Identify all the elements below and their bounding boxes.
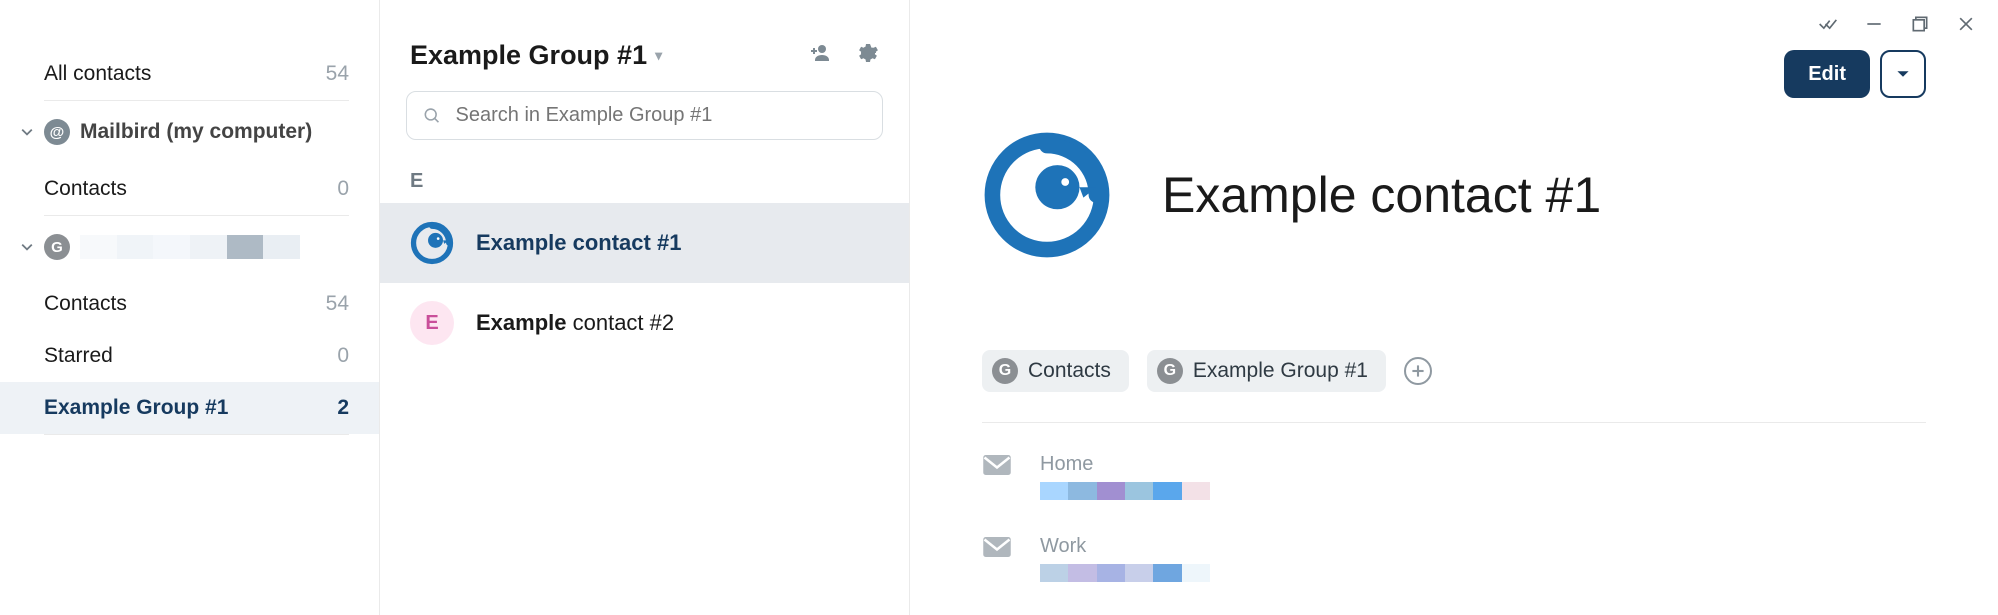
label: Example Group #1 bbox=[44, 396, 228, 420]
email-value-redacted[interactable] bbox=[1040, 564, 1210, 582]
title-text: Example Group #1 bbox=[410, 40, 647, 71]
divider bbox=[982, 422, 1926, 423]
section-letter: E bbox=[380, 156, 909, 203]
mailbird-icon: @ bbox=[44, 119, 70, 145]
contact-name: Example contact #2 bbox=[476, 310, 674, 336]
label: Contacts bbox=[44, 177, 127, 201]
count-badge: 2 bbox=[337, 396, 349, 420]
count-badge: 54 bbox=[326, 292, 349, 316]
email-field-work: Work bbox=[982, 535, 1926, 587]
contact-avatar-large bbox=[982, 130, 1112, 260]
sidebar-group-google[interactable]: G bbox=[0, 216, 379, 278]
field-label: Work bbox=[1040, 535, 1210, 558]
avatar-mailbird-icon bbox=[410, 221, 454, 265]
email-value-redacted[interactable] bbox=[1040, 482, 1210, 500]
email-icon bbox=[982, 535, 1016, 561]
account-name-redacted bbox=[80, 235, 300, 259]
field-label: Home bbox=[1040, 453, 1210, 476]
sidebar-google-starred[interactable]: Starred 0 bbox=[0, 330, 379, 382]
read-all-icon[interactable] bbox=[1818, 14, 1838, 39]
count-badge: 54 bbox=[326, 62, 349, 86]
search-input-wrapper[interactable] bbox=[406, 91, 883, 140]
maximize-icon[interactable] bbox=[1910, 14, 1930, 39]
add-group-button[interactable] bbox=[1404, 357, 1432, 385]
group-chip[interactable]: G Contacts bbox=[982, 350, 1129, 392]
search-icon bbox=[423, 106, 442, 126]
sidebar-google-contacts[interactable]: Contacts 54 bbox=[0, 278, 379, 330]
sidebar-group-mailbird[interactable]: @ Mailbird (my computer) bbox=[0, 101, 379, 163]
group-title-dropdown[interactable]: Example Group #1 ▾ bbox=[410, 40, 662, 71]
chevron-down-icon bbox=[20, 125, 34, 139]
count-badge: 0 bbox=[337, 344, 349, 368]
group-title: Mailbird (my computer) bbox=[80, 120, 312, 144]
label: Contacts bbox=[44, 292, 127, 316]
contact-row[interactable]: E Example contact #2 bbox=[380, 283, 909, 363]
chip-label: Contacts bbox=[1028, 359, 1111, 383]
contact-detail-panel: Edit Example contact #1 G Contacts G Exa… bbox=[910, 0, 1998, 615]
contact-list-panel: Example Group #1 ▾ E bbox=[380, 0, 910, 615]
window-controls bbox=[1818, 14, 1976, 39]
sidebar-google-example-group[interactable]: Example Group #1 2 bbox=[0, 382, 379, 434]
edit-dropdown-button[interactable] bbox=[1880, 50, 1926, 98]
group-chip[interactable]: G Example Group #1 bbox=[1147, 350, 1386, 392]
email-icon bbox=[982, 453, 1016, 479]
count-badge: 0 bbox=[337, 177, 349, 201]
close-icon[interactable] bbox=[1956, 14, 1976, 39]
gear-icon[interactable] bbox=[855, 41, 879, 70]
contact-name: Example contact #1 bbox=[476, 230, 681, 256]
dropdown-caret-icon: ▾ bbox=[655, 47, 662, 64]
google-icon: G bbox=[1157, 358, 1183, 384]
sidebar: All contacts 54 @ Mailbird (my computer)… bbox=[0, 0, 380, 615]
minimize-icon[interactable] bbox=[1864, 14, 1884, 39]
sidebar-mailbird-contacts[interactable]: Contacts 0 bbox=[0, 163, 379, 215]
avatar-letter: E bbox=[410, 301, 454, 345]
label: Starred bbox=[44, 344, 113, 368]
contact-row[interactable]: Example contact #1 bbox=[380, 203, 909, 283]
search-input[interactable] bbox=[456, 104, 866, 127]
chevron-down-icon bbox=[20, 240, 34, 254]
google-icon: G bbox=[44, 234, 70, 260]
google-icon: G bbox=[992, 358, 1018, 384]
email-field-home: Home bbox=[982, 453, 1926, 505]
contact-name-heading: Example contact #1 bbox=[1162, 166, 1601, 224]
label: All contacts bbox=[44, 62, 151, 86]
edit-button[interactable]: Edit bbox=[1784, 50, 1870, 98]
chip-label: Example Group #1 bbox=[1193, 359, 1368, 383]
separator bbox=[44, 434, 349, 435]
add-contact-icon[interactable] bbox=[807, 41, 831, 70]
sidebar-all-contacts[interactable]: All contacts 54 bbox=[0, 48, 379, 100]
